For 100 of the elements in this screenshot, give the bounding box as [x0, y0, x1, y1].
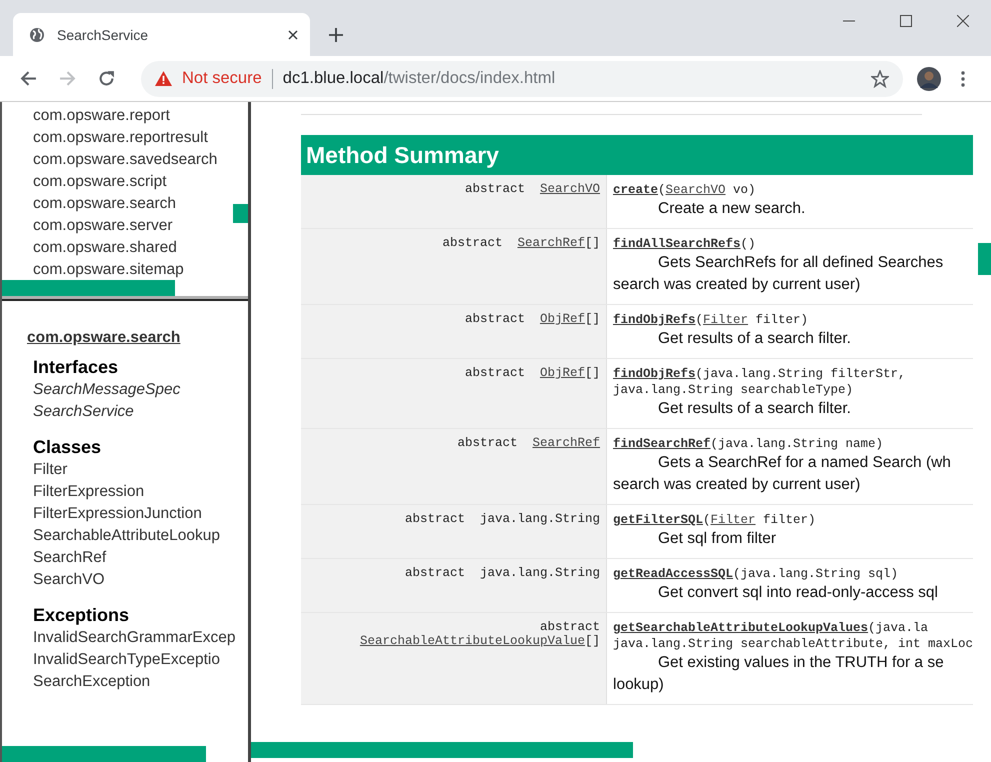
signature-text: java.lang.String searchableType) — [613, 383, 854, 397]
signature-text: (java.lang.String sql) — [733, 567, 898, 581]
method-link[interactable]: getReadAccessSQL — [613, 567, 734, 581]
package-link[interactable]: com.opsware.server — [33, 215, 173, 237]
modifier-text: abstract — [404, 566, 465, 580]
method-description: search was created by current user) — [613, 475, 862, 495]
method-link[interactable]: getFilterSQL — [613, 513, 704, 527]
scrollbar-thumb[interactable] — [2, 746, 206, 762]
method-link[interactable]: getSearchableAttributeLookupValues — [613, 621, 868, 635]
tab-title: SearchService — [57, 26, 150, 42]
method-description: Create a new search. — [657, 199, 806, 219]
modifier-text: abstract — [464, 182, 525, 196]
method-summary-heading: Method Summary — [301, 135, 973, 175]
method-link[interactable]: findAllSearchRefs — [613, 237, 741, 251]
type-link[interactable]: SearchVO — [666, 183, 726, 197]
class-link[interactable]: SearchRef — [33, 547, 106, 569]
package-link[interactable]: com.opsware.savedsearch — [33, 149, 218, 171]
address-bar[interactable]: Not secure dc1.blue.local/twister/docs/index.html — [141, 60, 903, 96]
type-link[interactable]: SearchVO — [540, 182, 600, 196]
globe-icon — [29, 26, 45, 42]
package-link[interactable]: com.opsware.reportresult — [33, 127, 208, 149]
browser-tab[interactable]: SearchService — [13, 13, 310, 56]
scrollbar-thumb[interactable] — [233, 204, 248, 223]
new-tab-icon[interactable] — [329, 28, 343, 42]
signature-text: (java.la — [868, 621, 928, 635]
type-text: [] — [584, 366, 600, 380]
modifier-text: abstract — [442, 236, 502, 250]
back-icon[interactable] — [20, 70, 37, 87]
signature-text: vo) — [732, 183, 756, 197]
signature-text: ( — [658, 183, 666, 197]
modifier-text: abstract — [464, 312, 525, 326]
class-link[interactable]: Filter — [33, 459, 68, 481]
method-link[interactable]: create — [613, 183, 658, 197]
modifier-text: abstract — [540, 620, 600, 634]
section-heading: Exceptions — [33, 604, 130, 627]
package-link[interactable]: com.opsware.report — [33, 105, 170, 127]
signature-text: () — [740, 237, 756, 251]
type-text: [] — [584, 236, 600, 250]
package-link[interactable]: com.opsware.shared — [33, 237, 177, 259]
type-link[interactable]: Filter — [703, 313, 748, 327]
package-link[interactable]: com.opsware.script — [33, 171, 167, 193]
class-link[interactable]: SearchService — [33, 401, 134, 423]
class-link[interactable]: SearchException — [33, 671, 150, 693]
type-text: [] — [584, 634, 600, 648]
type-link[interactable]: SearchRef — [532, 436, 600, 450]
package-link[interactable]: com.opsware.search — [33, 193, 176, 215]
url-path: /twister/docs/index.html — [384, 69, 556, 88]
signature-text: ( — [703, 513, 711, 527]
signature-text: java.lang.String searchableAttribute, int maxLoc — [613, 637, 973, 651]
method-description: Get results of a search filter. — [657, 329, 852, 349]
method-description: lookup) — [613, 675, 665, 695]
class-link[interactable]: FilterExpressionJunction — [33, 503, 202, 525]
close-icon[interactable] — [957, 15, 969, 27]
signature-text: filter) — [754, 313, 808, 327]
warning-icon — [155, 71, 172, 86]
method-link[interactable]: findObjRefs — [613, 313, 696, 327]
section-heading: Interfaces — [33, 356, 118, 379]
method-description: Get convert sql into read-only-access sql — [657, 583, 939, 603]
reload-icon[interactable] — [98, 70, 115, 87]
class-link[interactable]: InvalidSearchTypeExceptio — [33, 649, 220, 671]
method-description: Get results of a search filter. — [657, 399, 852, 419]
url-host: dc1.blue.local — [282, 69, 384, 88]
scrollbar-thumb[interactable] — [2, 280, 175, 296]
scrollbar-thumb[interactable] — [978, 243, 991, 275]
method-link[interactable]: findObjRefs — [613, 367, 696, 381]
maximize-icon[interactable] — [900, 15, 912, 27]
method-description: Gets SearchRefs for all defined Searches — [657, 253, 944, 273]
method-description: Gets a SearchRef for a named Search (wh — [657, 453, 952, 473]
modifier-text: abstract — [404, 512, 465, 526]
method-description: Get sql from filter — [657, 529, 777, 549]
modifier-text: abstract — [464, 366, 525, 380]
menu-icon[interactable] — [961, 70, 965, 86]
method-link[interactable]: findSearchRef — [613, 437, 711, 451]
type-link[interactable]: ObjRef — [540, 366, 585, 380]
scrollbar-thumb[interactable] — [251, 742, 633, 758]
signature-text: (java.lang.String filterStr, — [696, 367, 906, 381]
package-title-link[interactable]: com.opsware.search — [27, 329, 180, 347]
type-link[interactable]: SearchableAttributeLookupValue — [360, 634, 585, 648]
modifier-text: abstract — [457, 436, 518, 450]
star-icon[interactable] — [871, 70, 889, 88]
section-heading: Classes — [33, 436, 102, 459]
class-link[interactable]: SearchVO — [33, 569, 105, 591]
method-description: Get existing values in the TRUTH for a se — [657, 653, 945, 673]
type-link[interactable]: ObjRef — [540, 312, 585, 326]
class-link[interactable]: SearchableAttributeLookup — [33, 525, 220, 547]
close-icon[interactable] — [288, 30, 298, 40]
package-link[interactable]: com.opsware.sitemap — [33, 259, 184, 281]
avatar-icon[interactable] — [917, 66, 941, 90]
type-link[interactable]: SearchRef — [517, 236, 585, 250]
type-link[interactable]: Filter — [710, 513, 756, 527]
class-link[interactable]: FilterExpression — [33, 481, 144, 503]
class-link[interactable]: InvalidSearchGrammarExcep — [33, 627, 236, 649]
signature-text: (java.lang.String name) — [710, 437, 884, 451]
type-text: [] — [584, 312, 600, 326]
signature-text: filter) — [762, 513, 816, 527]
signature-text: ( — [696, 313, 704, 327]
security-status: Not secure — [182, 69, 262, 88]
type-text: java.lang.String — [480, 566, 600, 580]
class-link[interactable]: SearchMessageSpec — [33, 379, 180, 401]
type-text: java.lang.String — [480, 512, 600, 526]
